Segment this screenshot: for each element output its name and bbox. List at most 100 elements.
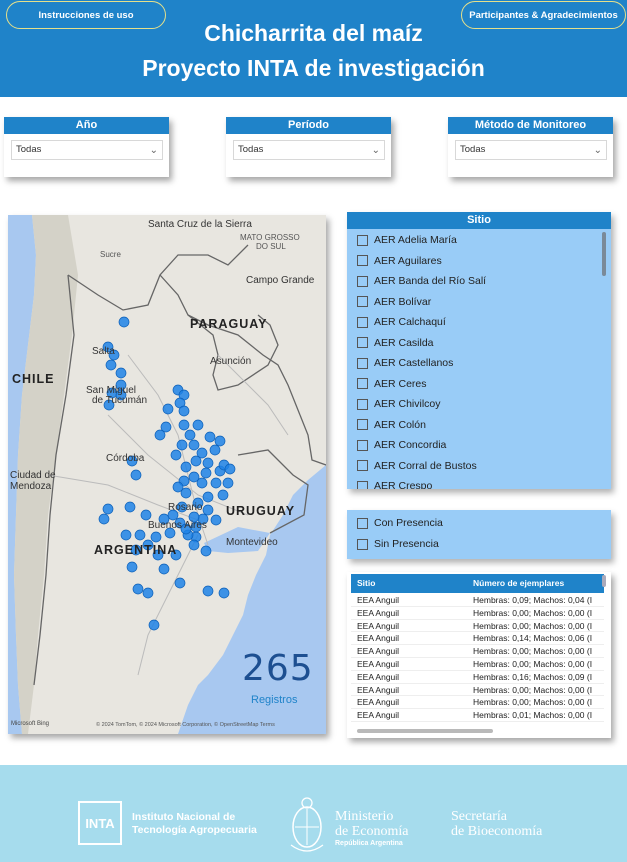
slicer-metodo-dropdown[interactable]: Todas ⌄	[455, 140, 607, 160]
table-row[interactable]: EEA Anguil Hembras: 0,00; Machos: 0,00 (I	[351, 696, 604, 710]
presencia-item-con[interactable]: Con Presencia	[357, 515, 443, 531]
ejemplares-table: Sitio Número de ejemplares EEA Anguil Hem…	[347, 572, 611, 738]
map-marker[interactable]	[154, 429, 166, 441]
map-marker[interactable]	[202, 504, 214, 516]
map-marker[interactable]	[214, 435, 226, 447]
map-marker[interactable]	[180, 487, 192, 499]
sitio-list-item[interactable]: AER Corral de Bustos	[357, 458, 477, 474]
table-row[interactable]: EEA Anguil Hembras: 0,00; Machos: 0,00 (I	[351, 684, 604, 697]
table-row[interactable]: EEA Anguil Hembras: 0,00; Machos: 0,00 (I	[351, 620, 604, 633]
map-marker[interactable]	[210, 477, 222, 489]
map-marker[interactable]	[162, 403, 174, 415]
map-marker[interactable]	[218, 587, 230, 599]
checkbox[interactable]	[357, 275, 368, 287]
map-marker[interactable]	[174, 577, 186, 589]
map-marker[interactable]	[120, 529, 132, 541]
sitio-list-item[interactable]: AER Chivilcoy	[357, 396, 441, 412]
map-marker[interactable]	[202, 585, 214, 597]
presencia-item-sin[interactable]: Sin Presencia	[357, 536, 439, 552]
slicer-periodo-value: Todas	[238, 144, 264, 155]
map-marker[interactable]	[188, 539, 200, 551]
map-marker[interactable]	[140, 509, 152, 521]
map-marker[interactable]	[200, 545, 212, 557]
checkbox[interactable]	[357, 460, 368, 471]
sitio-list-item[interactable]: AER Castellanos	[357, 355, 453, 371]
checkbox[interactable]	[357, 357, 368, 369]
map-marker[interactable]	[98, 513, 110, 525]
checkbox[interactable]	[357, 296, 368, 307]
map-marker[interactable]	[126, 561, 138, 573]
map-marker[interactable]	[118, 316, 130, 328]
map-marker[interactable]	[192, 419, 204, 431]
map-marker[interactable]	[170, 449, 182, 461]
sitio-list-item[interactable]: AER Concordia	[357, 437, 446, 453]
cell-ejemplares: Hembras: 0,00; Machos: 0,00 (I	[473, 684, 593, 695]
map-marker[interactable]	[209, 444, 221, 456]
checkbox[interactable]	[357, 337, 368, 348]
sitio-list-item[interactable]: AER Crespo	[357, 478, 432, 489]
map-marker[interactable]	[202, 457, 214, 469]
map-marker[interactable]	[124, 501, 136, 513]
scrollbar[interactable]	[602, 232, 606, 276]
map-marker[interactable]	[130, 469, 142, 481]
map-marker[interactable]	[210, 514, 222, 526]
checkbox[interactable]	[357, 378, 368, 389]
sitio-list-item[interactable]: AER Casilda	[357, 335, 434, 351]
map-marker[interactable]	[224, 463, 236, 475]
map-marker[interactable]	[148, 619, 160, 631]
map-marker[interactable]	[200, 467, 212, 479]
map-marker[interactable]	[158, 563, 170, 575]
map-attribution[interactable]: © 2024 TomTom, © 2024 Microsoft Corporat…	[96, 722, 275, 728]
map-marker[interactable]	[217, 489, 229, 501]
map-marker[interactable]	[176, 439, 188, 451]
horizontal-scrollbar[interactable]	[357, 729, 493, 733]
checkbox[interactable]	[357, 398, 368, 410]
table-row[interactable]: EEA Anguil Hembras: 0,01; Machos: 0,00 (I	[351, 709, 604, 722]
map-marker[interactable]	[190, 455, 202, 467]
map-marker[interactable]	[204, 431, 216, 443]
map-marker[interactable]	[102, 503, 114, 515]
table-row[interactable]: EEA Anguil Hembras: 0,00; Machos: 0,00 (I	[351, 645, 604, 658]
table-row[interactable]: EEA Anguil Hembras: 0,00; Machos: 0,00 (I	[351, 607, 604, 620]
map-marker[interactable]	[115, 367, 127, 379]
slicer-ano-dropdown[interactable]: Todas ⌄	[11, 140, 163, 160]
border-bolivia	[67, 244, 249, 311]
map-marker[interactable]	[150, 531, 162, 543]
map-marker[interactable]	[105, 359, 117, 371]
checkbox[interactable]	[357, 419, 368, 430]
checkbox[interactable]	[357, 439, 368, 451]
slicer-periodo-dropdown[interactable]: Todas ⌄	[233, 140, 385, 160]
column-header-sitio[interactable]: Sitio	[357, 578, 375, 588]
sitio-list-item[interactable]: AER Colón	[357, 417, 426, 433]
map-marker[interactable]	[202, 491, 214, 503]
table-row[interactable]: EEA Anguil Hembras: 0,00; Machos: 0,00 (I	[351, 658, 604, 671]
checkbox[interactable]	[357, 517, 368, 529]
checkbox[interactable]	[357, 255, 368, 266]
table-row[interactable]: EEA Anguil Hembras: 0,14; Machos: 0,06 (I	[351, 632, 604, 646]
map-marker[interactable]	[132, 583, 144, 595]
map-visual[interactable]: Santa Cruz de la Sierra MATO GROSSO DO S…	[8, 215, 326, 734]
table-row[interactable]: EEA Anguil Hembras: 0,09; Machos: 0,04 (I	[351, 594, 604, 607]
checkbox[interactable]	[357, 316, 368, 328]
map-marker[interactable]	[180, 461, 192, 473]
sitio-list-item[interactable]: AER Bolívar	[357, 294, 431, 310]
sitio-list-item[interactable]: AER Adelia María	[357, 232, 457, 248]
column-header-ejemplares[interactable]: Número de ejemplares	[473, 578, 564, 588]
checkbox[interactable]	[357, 480, 368, 489]
map-marker[interactable]	[196, 477, 208, 489]
table-row[interactable]: EEA Anguil Hembras: 0,16; Machos: 0,09 (I	[351, 671, 604, 684]
map-marker[interactable]	[222, 477, 234, 489]
map-marker[interactable]	[184, 429, 196, 441]
map-marker[interactable]	[142, 587, 154, 599]
sitio-list-item[interactable]: AER Aguilares	[357, 253, 442, 269]
scrollbar[interactable]	[602, 575, 606, 587]
sitio-list-item[interactable]: AER Calchaquí	[357, 314, 446, 330]
sitio-list-item[interactable]: AER Ceres	[357, 376, 427, 392]
checkbox[interactable]	[357, 234, 368, 246]
map-marker[interactable]	[178, 419, 190, 431]
checkbox[interactable]	[357, 538, 368, 550]
sitio-list-item[interactable]: AER Banda del Río Salí	[357, 273, 486, 289]
map-marker[interactable]	[134, 529, 146, 541]
map-marker[interactable]	[188, 439, 200, 451]
map-marker[interactable]	[178, 405, 190, 417]
